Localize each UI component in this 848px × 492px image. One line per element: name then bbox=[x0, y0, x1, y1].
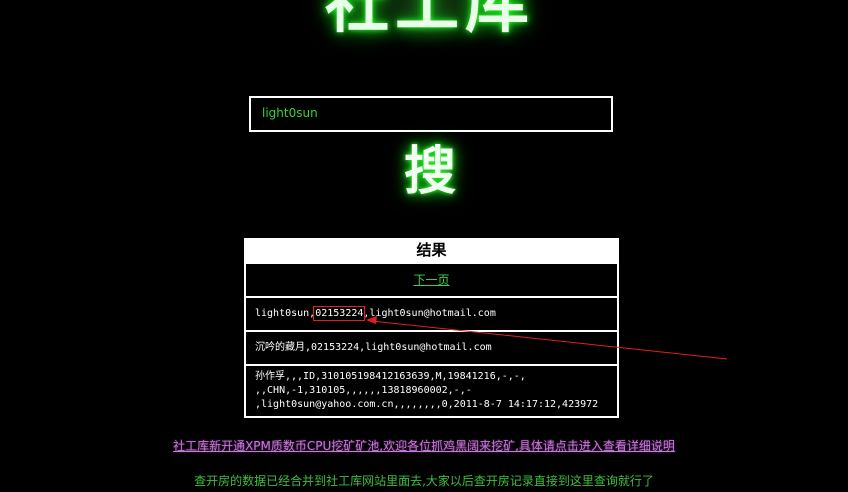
result-line: 孙作孚,,,ID,310105198412163639,M,19841216,-… bbox=[255, 371, 526, 382]
logo-text: 社工库 bbox=[325, 0, 535, 42]
result-line: ,light0sun@yahoo.com.cn,,,,,,,,0,2011-8-… bbox=[255, 399, 599, 410]
result-prefix: light0sun, bbox=[255, 308, 316, 319]
results-table: 结果 下一页 light0sun,02153224,light0sun@hotm… bbox=[244, 238, 619, 418]
result-row: 沉吟的藏月,02153224,light0sun@hotmail.com bbox=[246, 332, 617, 364]
mining-notice-link[interactable]: 社工库新开通XPM质数币CPU挖矿矿池,欢迎各位抓鸡黑阔来挖矿,具体请点击进入查… bbox=[0, 437, 848, 454]
search-button[interactable]: 搜 bbox=[390, 140, 470, 204]
search-input[interactable] bbox=[251, 98, 602, 128]
highlighted-password: 02153224 bbox=[313, 306, 366, 321]
result-row: 孙作孚,,,ID,310105198412163639,M,19841216,-… bbox=[246, 366, 617, 416]
result-suffix: ,light0sun@hotmail.com bbox=[363, 308, 496, 319]
result-line: ,,CHN,-1,310105,,,,,,13818960002,-,- bbox=[255, 385, 472, 396]
search-box bbox=[249, 96, 613, 132]
results-title: 结果 bbox=[416, 241, 447, 259]
site-logo: 社工库 bbox=[300, 0, 560, 50]
next-page-row: 下一页 bbox=[246, 264, 617, 296]
merged-data-notice: 查开房的数据已经合并到社工库网站里面去,大家以后查开房记录直接到这里查询就行了 bbox=[194, 474, 654, 488]
result-row: light0sun,02153224,light0sun@hotmail.com bbox=[246, 298, 617, 330]
next-page-link[interactable]: 下一页 bbox=[413, 273, 449, 287]
